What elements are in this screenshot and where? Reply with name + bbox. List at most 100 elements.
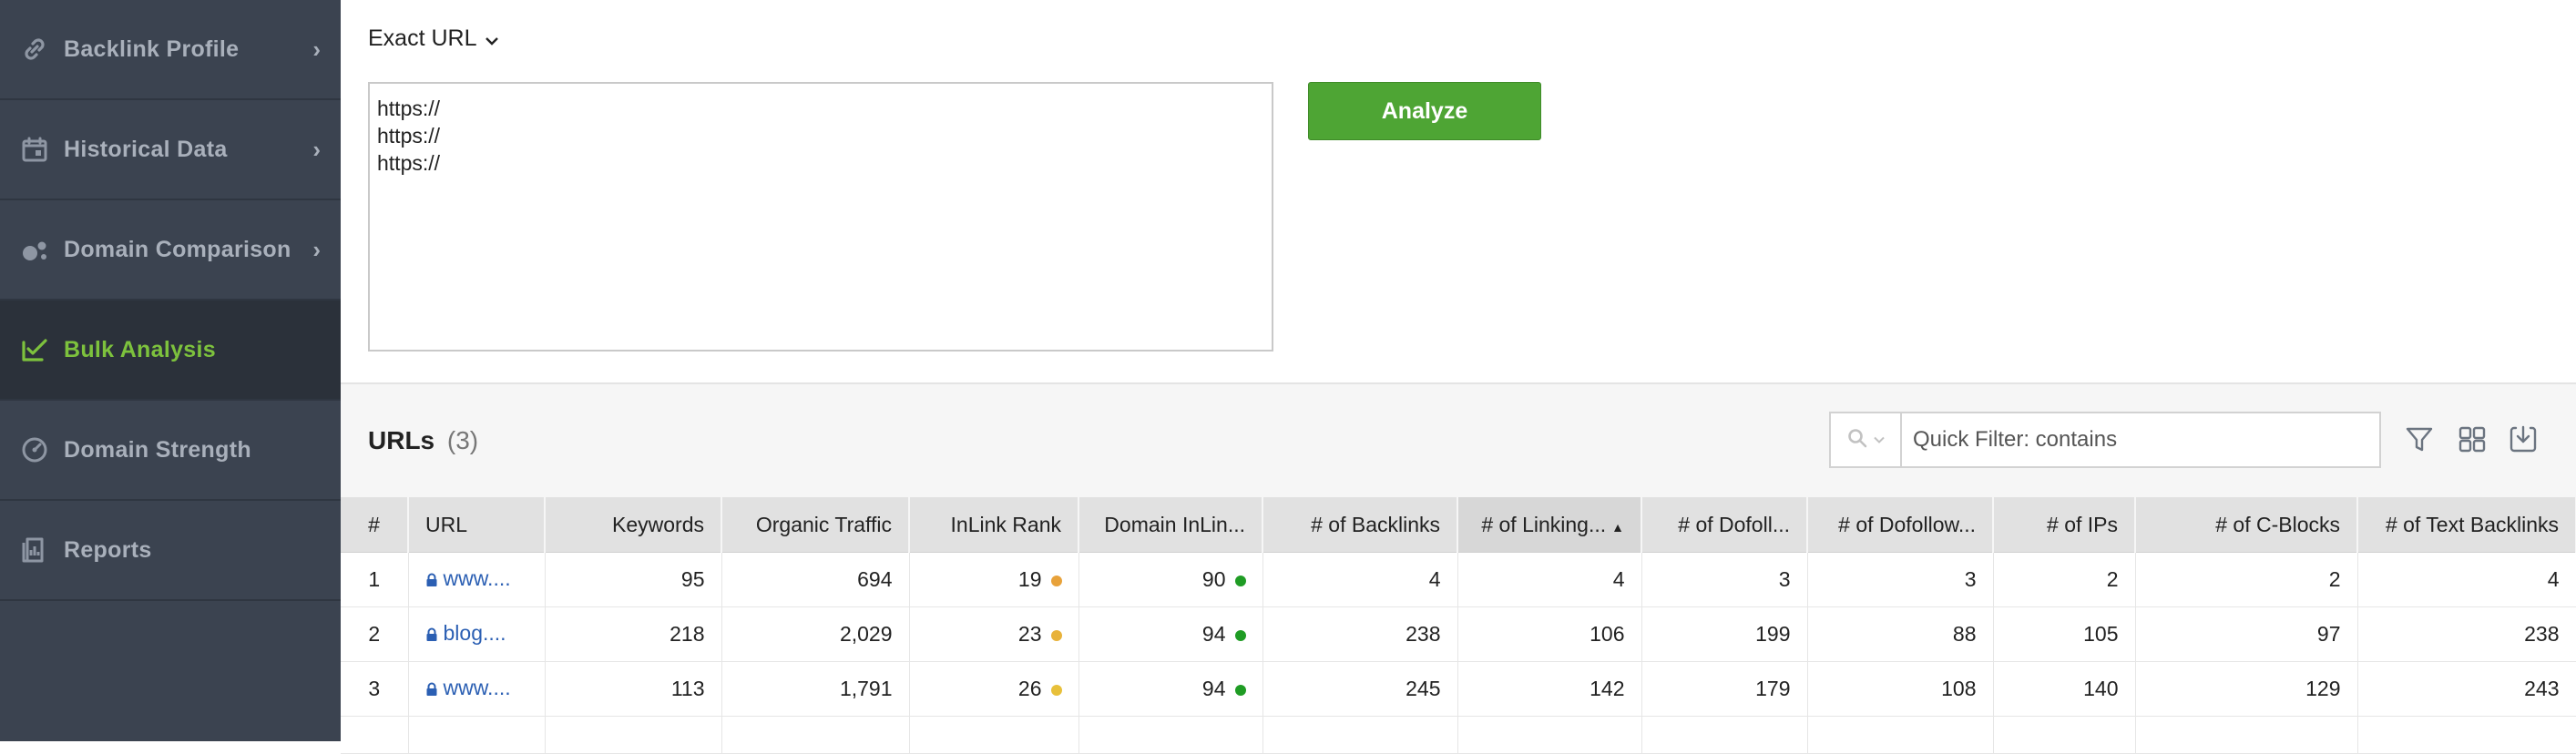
row-number: 3 [341,661,409,717]
analyze-button[interactable]: Analyze [1308,82,1541,140]
sidebar-item-domain-comparison[interactable]: Domain Comparison › [0,200,341,301]
url-line: https:// [377,151,441,175]
sidebar-item-reports[interactable]: Reports [0,501,341,601]
grid-columns-icon[interactable] [2454,421,2490,457]
empty-cell [1078,716,1263,754]
column-header-keywords[interactable]: Keywords [545,497,722,553]
sidebar-item-backlink-profile[interactable]: Backlink Profile › [0,0,341,100]
dofollow-domains-cell: 199 [1641,606,1808,662]
mode-dropdown[interactable]: Exact URL [368,25,499,52]
inlink-rank-cell: 23 [909,606,1079,662]
sidebar-item-label: Bulk Analysis [64,336,216,362]
column-header-c-blocks[interactable]: # of C-Blocks [2135,497,2358,553]
text-backlinks-cell: 243 [2357,661,2576,717]
linking-domains-cell: 106 [1457,606,1642,662]
url-link[interactable]: www.... [444,676,511,699]
ips-cell: 105 [1993,606,2136,662]
empty-cell [721,716,910,754]
organic-traffic-cell: 694 [721,552,910,607]
url-cell[interactable]: www.... [408,552,546,607]
linking-domains-cell: 142 [1457,661,1642,717]
chevron-down-icon [1874,432,1885,448]
sidebar-item-historical-data[interactable]: Historical Data › [0,100,341,200]
organic-traffic-cell: 2,029 [721,606,910,662]
empty-cell [545,716,722,754]
quick-filter [1829,412,2381,468]
chevron-down-icon [486,25,499,52]
keywords-cell: 113 [545,661,722,717]
gauge-icon [18,433,51,466]
sidebar-item-bulk-analysis[interactable]: Bulk Analysis [0,301,341,401]
dofollow-domains-cell: 3 [1641,552,1808,607]
column-header-inlink-rank[interactable]: InLink Rank [909,497,1079,553]
domain-inlink-rank-cell: 90 [1078,552,1263,607]
urls-table-container: # URL Keywords Organic Traffic InLink Ra… [341,497,2576,754]
url-line: https:// [377,124,441,148]
domain-inlink-rank-value: 90 [1201,567,1226,591]
column-header-dofollow-backlinks[interactable]: # of Dofollow... [1807,497,1994,553]
dofollow-backlinks-cell: 88 [1807,606,1994,662]
empty-cell [1807,716,1994,754]
inlink-rank-cell: 19 [909,552,1079,607]
url-cell[interactable]: blog.... [408,606,546,662]
inlink-rank-value: 19 [1017,567,1042,591]
empty-cell [1993,716,2136,754]
status-dot [1050,629,1062,641]
column-header-url[interactable]: URL [408,497,546,553]
status-dot [1050,575,1062,586]
domain-inlink-rank-cell: 94 [1078,606,1263,662]
url-textarea[interactable]: https:// https:// https:// [368,82,1273,352]
export-download-icon[interactable] [2505,421,2541,457]
table-row[interactable]: 2 blog.... 218 2,029 23 94 238 106 199 8… [341,606,2576,662]
column-header-organic-traffic[interactable]: Organic Traffic [721,497,910,553]
column-header-dofollow-domains[interactable]: # of Dofoll... [1641,497,1808,553]
table-row-empty [341,716,2576,754]
urls-table: # URL Keywords Organic Traffic InLink Ra… [341,497,2576,754]
empty-cell [909,716,1079,754]
empty-cell [408,716,546,754]
ips-cell: 140 [1993,661,2136,717]
sidebar-item-domain-strength[interactable]: Domain Strength [0,401,341,501]
table-row[interactable]: 3 www.... 113 1,791 26 94 245 142 179 10… [341,661,2576,717]
column-header-backlinks[interactable]: # of Backlinks [1262,497,1458,553]
filter-icon[interactable] [2401,421,2438,457]
table-row[interactable]: 1 www.... 95 694 19 90 4 4 3 3 2 2 4 [341,552,2576,607]
column-header-text-backlinks[interactable]: # of Text Backlinks [2357,497,2576,553]
text-backlinks-cell: 4 [2357,552,2576,607]
domain-inlink-rank-value: 94 [1201,622,1226,646]
backlinks-cell: 245 [1262,661,1458,717]
url-link[interactable]: www.... [444,566,511,590]
search-icon [1846,427,1868,453]
url-link[interactable]: blog.... [444,621,506,645]
backlinks-cell: 238 [1262,606,1458,662]
dofollow-backlinks-cell: 108 [1807,661,1994,717]
chevron-right-icon: › [312,135,321,163]
sort-ascending-icon: ▲ [1611,519,1624,535]
sidebar-item-label: Backlink Profile [64,36,240,62]
results-title-text: URLs [368,426,435,454]
keywords-cell: 218 [545,606,722,662]
lock-icon [425,623,438,647]
empty-cell [2357,716,2576,754]
status-dot [1234,629,1246,641]
column-header-linking-domains[interactable]: # of Linking... ▲ [1457,497,1642,553]
dofollow-backlinks-cell: 3 [1807,552,1994,607]
empty-cell [2135,716,2358,754]
chevron-right-icon: › [312,235,321,263]
table-header-row: # URL Keywords Organic Traffic InLink Ra… [341,497,2576,553]
checklist-icon [18,333,51,366]
dofollow-domains-cell: 179 [1641,661,1808,717]
c-blocks-cell: 129 [2135,661,2358,717]
column-header-number[interactable]: # [341,497,409,553]
quick-filter-input[interactable] [1902,413,2379,467]
filter-search-button[interactable] [1831,413,1902,466]
column-header-ips[interactable]: # of IPs [1993,497,2136,553]
inlink-rank-value: 26 [1017,677,1042,700]
row-number: 1 [341,552,409,607]
column-header-domain-inlink-rank[interactable]: Domain InLin... [1078,497,1263,553]
sidebar-item-label: Domain Comparison [64,236,291,262]
inlink-rank-cell: 26 [909,661,1079,717]
domain-inlink-rank-cell: 94 [1078,661,1263,717]
url-cell[interactable]: www.... [408,661,546,717]
domain-inlink-rank-value: 94 [1201,677,1226,700]
